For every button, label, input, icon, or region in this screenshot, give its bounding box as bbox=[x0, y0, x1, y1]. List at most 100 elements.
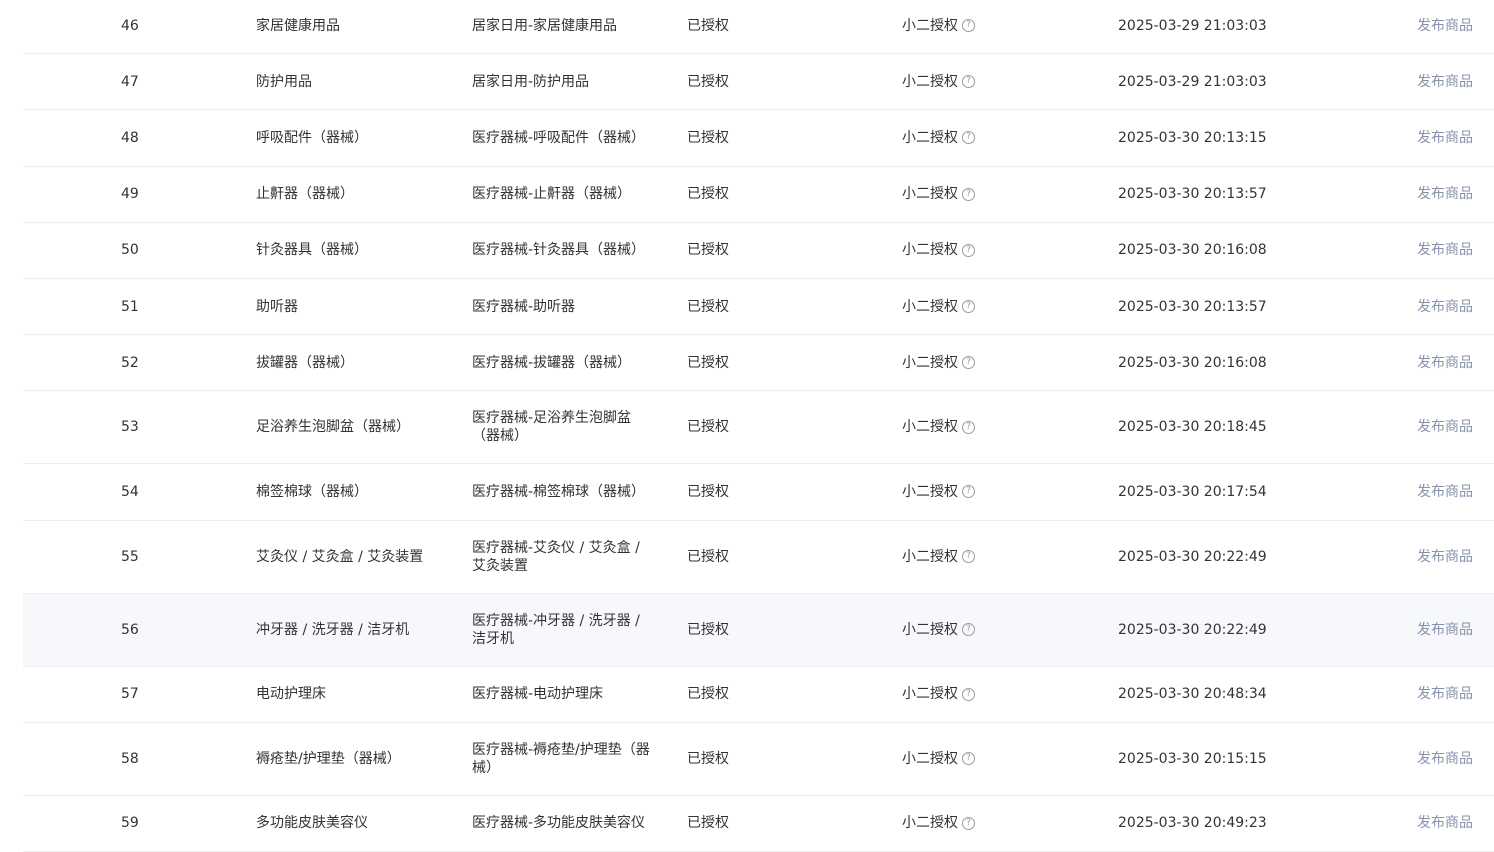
authorization-type-label: 小二授权 bbox=[902, 298, 958, 315]
category-name: 足浴养生泡脚盆（器械） bbox=[256, 419, 410, 436]
authorization-time: 2025-03-30 20:22:49 bbox=[1118, 621, 1267, 638]
publish-product-link[interactable]: 发布商品 bbox=[1417, 685, 1473, 703]
authorization-type: 小二授权? bbox=[902, 185, 975, 203]
authorization-status: 已授权 bbox=[687, 129, 729, 146]
category-name: 棉签棉球（器械） bbox=[256, 483, 368, 500]
category-path: 医疗器械-拔罐器（器械） bbox=[472, 354, 632, 371]
authorization-time: 2025-03-29 21:03:03 bbox=[1118, 73, 1267, 90]
authorization-type: 小二授权? bbox=[902, 129, 975, 147]
category-path: 医疗器械-棉签棉球（器械） bbox=[472, 483, 646, 500]
table-row: 48 呼吸配件（器械） 医疗器械-呼吸配件（器械） 已授权 小二授权? 2025-03-3… bbox=[23, 110, 1494, 167]
authorization-type: 小二授权? bbox=[902, 73, 975, 91]
authorization-type: 小二授权? bbox=[902, 621, 975, 639]
authorization-status: 已授权 bbox=[687, 750, 729, 767]
authorization-status: 已授权 bbox=[687, 298, 729, 315]
publish-product-link[interactable]: 发布商品 bbox=[1417, 418, 1473, 436]
category-path: 居家日用-防护用品 bbox=[472, 73, 590, 90]
category-path: 医疗器械-呼吸配件（器械） bbox=[472, 129, 646, 146]
publish-product-link[interactable]: 发布商品 bbox=[1417, 73, 1473, 91]
publish-product-link[interactable]: 发布商品 bbox=[1417, 354, 1473, 372]
category-path: 医疗器械-电动护理床 bbox=[472, 686, 604, 703]
category-path: 医疗器械-冲牙器 / 洗牙器 / 洁牙机 bbox=[472, 612, 640, 647]
publish-product-link[interactable]: 发布商品 bbox=[1417, 298, 1473, 316]
category-name: 呼吸配件（器械） bbox=[256, 129, 368, 146]
publish-product-link[interactable]: 发布商品 bbox=[1417, 750, 1473, 768]
authorization-type: 小二授权? bbox=[902, 354, 975, 372]
table-row: 59 多功能皮肤美容仪 医疗器械-多功能皮肤美容仪 已授权 小二授权? 2025-03-3… bbox=[23, 796, 1494, 852]
row-index: 55 bbox=[121, 548, 139, 565]
authorization-type-label: 小二授权 bbox=[902, 548, 958, 565]
category-path: 医疗器械-止鼾器（器械） bbox=[472, 186, 632, 203]
category-name: 冲牙器 / 洗牙器 / 洁牙机 bbox=[256, 621, 410, 638]
question-circle-icon[interactable]: ? bbox=[962, 752, 975, 766]
authorization-status: 已授权 bbox=[687, 548, 729, 565]
question-circle-icon[interactable]: ? bbox=[962, 816, 975, 830]
authorization-type: 小二授权? bbox=[902, 241, 975, 259]
authorization-status: 已授权 bbox=[687, 17, 729, 34]
authorization-status: 已授权 bbox=[687, 186, 729, 203]
publish-product-link[interactable]: 发布商品 bbox=[1417, 548, 1473, 566]
publish-product-link[interactable]: 发布商品 bbox=[1417, 241, 1473, 259]
question-circle-icon[interactable]: ? bbox=[962, 550, 975, 563]
authorization-status: 已授权 bbox=[687, 621, 729, 638]
question-circle-icon[interactable]: ? bbox=[962, 485, 975, 499]
authorization-type-label: 小二授权 bbox=[902, 815, 958, 832]
authorization-type: 小二授权? bbox=[902, 685, 975, 703]
authorization-time: 2025-03-30 20:18:45 bbox=[1118, 419, 1267, 436]
row-index: 47 bbox=[121, 73, 139, 90]
authorization-time: 2025-03-29 21:03:03 bbox=[1118, 17, 1267, 34]
publish-product-link[interactable]: 发布商品 bbox=[1417, 185, 1473, 203]
question-circle-icon[interactable]: ? bbox=[962, 623, 975, 636]
question-circle-icon[interactable]: ? bbox=[962, 75, 975, 89]
row-index: 59 bbox=[121, 815, 139, 832]
category-path: 医疗器械-多功能皮肤美容仪 bbox=[472, 815, 646, 832]
authorization-type-label: 小二授权 bbox=[902, 621, 958, 638]
question-circle-icon[interactable]: ? bbox=[962, 131, 975, 145]
row-index: 54 bbox=[121, 483, 139, 500]
authorization-time: 2025-03-30 20:22:49 bbox=[1118, 548, 1267, 565]
question-circle-icon[interactable]: ? bbox=[962, 356, 975, 370]
table-row: 49 止鼾器（器械） 医疗器械-止鼾器（器械） 已授权 小二授权? 2025-03-30 … bbox=[23, 167, 1494, 223]
authorization-type-label: 小二授权 bbox=[902, 354, 958, 371]
table-row: 58 褥疮垫/护理垫（器械） 医疗器械-褥疮垫/护理垫（器械） 已授权 小二授权? 202… bbox=[23, 723, 1494, 796]
authorization-time: 2025-03-30 20:17:54 bbox=[1118, 483, 1267, 500]
authorization-type: 小二授权? bbox=[902, 17, 975, 35]
question-circle-icon[interactable]: ? bbox=[962, 187, 975, 201]
publish-product-link[interactable]: 发布商品 bbox=[1417, 483, 1473, 501]
publish-product-link[interactable]: 发布商品 bbox=[1417, 129, 1473, 147]
authorization-time: 2025-03-30 20:13:57 bbox=[1118, 298, 1267, 315]
authorization-time: 2025-03-30 20:13:57 bbox=[1118, 186, 1267, 203]
question-circle-icon[interactable]: ? bbox=[962, 687, 975, 701]
authorization-type: 小二授权? bbox=[902, 814, 975, 832]
publish-product-link[interactable]: 发布商品 bbox=[1417, 17, 1473, 35]
category-path: 医疗器械-艾灸仪 / 艾灸盒 / 艾灸装置 bbox=[472, 539, 640, 574]
authorization-time: 2025-03-30 20:16:08 bbox=[1118, 354, 1267, 371]
question-circle-icon[interactable]: ? bbox=[962, 300, 975, 314]
question-circle-icon[interactable]: ? bbox=[962, 243, 975, 257]
category-path: 医疗器械-足浴养生泡脚盆（器械） bbox=[472, 410, 632, 445]
category-name: 电动护理床 bbox=[256, 686, 326, 703]
row-index: 49 bbox=[121, 186, 139, 203]
authorization-type-label: 小二授权 bbox=[902, 419, 958, 436]
authorization-type-label: 小二授权 bbox=[902, 129, 958, 146]
category-name: 艾灸仪 / 艾灸盒 / 艾灸装置 bbox=[256, 548, 424, 565]
authorization-type: 小二授权? bbox=[902, 298, 975, 316]
category-name: 助听器 bbox=[256, 298, 298, 315]
authorization-type: 小二授权? bbox=[902, 483, 975, 501]
table-row: 47 防护用品 居家日用-防护用品 已授权 小二授权? 2025-03-29 21:03:… bbox=[23, 54, 1494, 111]
category-path: 医疗器械-助听器 bbox=[472, 298, 576, 315]
authorization-status: 已授权 bbox=[687, 483, 729, 500]
table-row: 55 艾灸仪 / 艾灸盒 / 艾灸装置 医疗器械-艾灸仪 / 艾灸盒 / 艾灸装置 已… bbox=[23, 521, 1494, 594]
question-circle-icon[interactable]: ? bbox=[962, 19, 975, 33]
category-path: 居家日用-家居健康用品 bbox=[472, 17, 618, 34]
row-index: 52 bbox=[121, 354, 139, 371]
question-circle-icon[interactable]: ? bbox=[962, 420, 975, 434]
publish-product-link[interactable]: 发布商品 bbox=[1417, 814, 1473, 832]
row-index: 56 bbox=[121, 621, 139, 638]
authorization-time: 2025-03-30 20:48:34 bbox=[1118, 686, 1267, 703]
publish-product-link[interactable]: 发布商品 bbox=[1417, 621, 1473, 639]
table-row: 56 冲牙器 / 洗牙器 / 洁牙机 医疗器械-冲牙器 / 洗牙器 / 洁牙机 已授权… bbox=[23, 593, 1494, 667]
row-index: 58 bbox=[121, 750, 139, 767]
authorization-type: 小二授权? bbox=[902, 750, 975, 768]
category-path: 医疗器械-针灸器具（器械） bbox=[472, 242, 646, 259]
